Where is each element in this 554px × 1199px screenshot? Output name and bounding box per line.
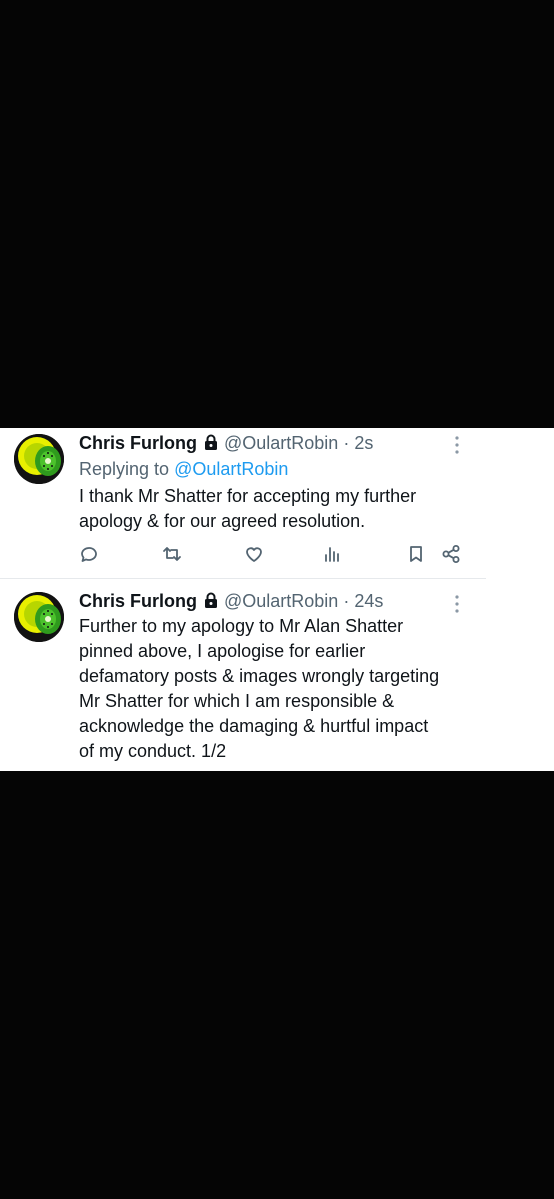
tweet-pinned-apology[interactable]: Chris Furlong @OulartRobin · 24s Further … [0, 579, 554, 771]
avatar-kiwi-image [14, 592, 64, 642]
replying-to-line: Replying to @OulartRobin [79, 457, 288, 481]
retweet-icon[interactable] [160, 542, 184, 566]
tweet-text-line: apology & for our agreed resolution. [79, 511, 366, 531]
reply-icon[interactable] [77, 542, 101, 566]
views-icon[interactable] [320, 542, 344, 566]
author-handle[interactable]: @OulartRobin [224, 591, 338, 611]
tweet-text-line: pinned above, I apologise for earlier [79, 641, 366, 661]
more-options-icon[interactable] [449, 593, 465, 615]
replying-to-handle-link[interactable]: @OulartRobin [174, 459, 288, 479]
tweet-header: Chris Furlong @OulartRobin · 24s [79, 589, 383, 613]
bookmark-icon[interactable] [404, 542, 428, 566]
tweet-text-line: acknowledge the damaging & hurtful impac… [79, 716, 429, 736]
thread-panel: Chris Furlong @OulartRobin · 2s Replying … [0, 428, 554, 771]
timestamp[interactable]: 2s [354, 433, 373, 453]
tweet-text-line: I thank Mr Shatter for accepting my furt… [79, 486, 417, 506]
lock-icon [204, 591, 218, 615]
tweet-header: Chris Furlong @OulartRobin · 2s [79, 431, 373, 455]
replying-prefix: Replying to [79, 459, 170, 479]
author-handle[interactable]: @OulartRobin [224, 433, 338, 453]
more-options-icon[interactable] [449, 434, 465, 456]
lock-icon [204, 433, 218, 457]
like-icon[interactable] [242, 542, 266, 566]
author-name[interactable]: Chris Furlong [79, 591, 197, 611]
avatar-kiwi-image [14, 434, 64, 484]
separator-dot: · [343, 433, 350, 453]
screenshot-frame: Chris Furlong @OulartRobin · 2s Replying … [0, 0, 554, 1199]
separator-dot: · [343, 591, 350, 611]
tweet-text: I thank Mr Shatter for accepting my furt… [79, 484, 479, 534]
author-name[interactable]: Chris Furlong [79, 433, 197, 453]
tweet-text: Further to my apology to Mr Alan Shatter… [79, 614, 479, 764]
avatar[interactable] [14, 592, 64, 642]
avatar[interactable] [14, 434, 64, 484]
share-icon[interactable] [439, 542, 463, 566]
tweet-text-line: Further to my apology to Mr Alan Shatter [79, 616, 404, 636]
tweet-reply[interactable]: Chris Furlong @OulartRobin · 2s Replying … [0, 428, 554, 578]
tweet-text-line: of my conduct. 1/2 [79, 741, 227, 761]
tweet-text-line: defamatory posts & images wrongly target… [79, 666, 440, 686]
tweet-action-bar [0, 542, 554, 568]
timestamp[interactable]: 24s [354, 591, 383, 611]
tweet-text-line: Mr Shatter for which I am responsible & [79, 691, 395, 711]
